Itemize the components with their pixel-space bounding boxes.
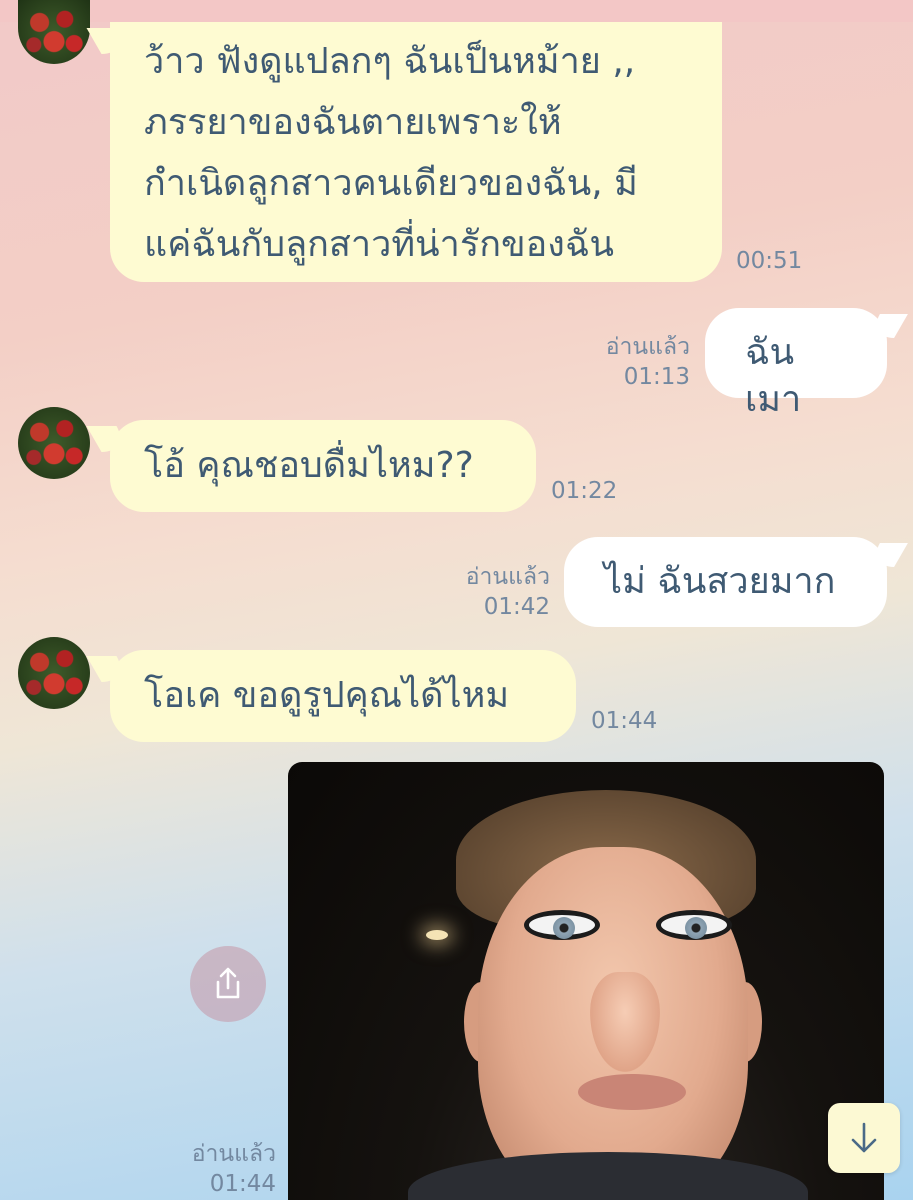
message-time: 01:22 bbox=[551, 478, 618, 504]
message-line: ว้าว ฟังดูแปลกๆ ฉันเป็นหม้าย ,, bbox=[144, 41, 636, 82]
message-text: ไม่ ฉันสวยมาก bbox=[604, 561, 836, 602]
read-receipt: อ่านแล้ว bbox=[191, 1141, 276, 1167]
photo-shirt bbox=[408, 1152, 808, 1200]
message-line: แค่ฉันกับลูกสาวที่น่ารักของฉัน bbox=[144, 224, 614, 265]
message-bubble-incoming[interactable]: โอ้ คุณชอบดื่มไหม?? bbox=[110, 420, 536, 512]
message-time: 01:44 bbox=[591, 708, 658, 734]
photo-nose bbox=[590, 972, 660, 1072]
message-time: 01:44 bbox=[209, 1171, 276, 1197]
read-receipt: อ่านแล้ว bbox=[465, 564, 550, 590]
message-time: 01:42 bbox=[483, 594, 550, 620]
message-time: 00:51 bbox=[736, 248, 803, 274]
share-icon bbox=[216, 967, 240, 999]
photo-mouth bbox=[578, 1074, 686, 1110]
photo-eye bbox=[524, 910, 600, 940]
contact-avatar[interactable] bbox=[18, 0, 90, 64]
message-line: ภรรยาของฉันตายเพราะให้ bbox=[144, 102, 562, 143]
message-bubble-incoming[interactable]: ว้าว ฟังดูแปลกๆ ฉันเป็นหม้าย ,, ภรรยาของ… bbox=[110, 22, 722, 282]
share-button[interactable] bbox=[190, 946, 266, 1022]
photo-lamp bbox=[426, 930, 448, 940]
message-line: กำเนิดลูกสาวคนเดียวของฉัน, มี bbox=[144, 163, 638, 204]
arrow-down-icon bbox=[851, 1122, 877, 1153]
message-text: ฉันเมา bbox=[745, 332, 802, 420]
message-bubble-incoming[interactable]: โอเค ขอดูรูปคุณได้ไหม bbox=[110, 650, 576, 742]
photo-eye bbox=[656, 910, 732, 940]
scroll-to-bottom-button[interactable] bbox=[828, 1103, 900, 1173]
message-bubble-outgoing[interactable]: ไม่ ฉันสวยมาก bbox=[564, 537, 887, 627]
message-text: โอเค ขอดูรูปคุณได้ไหม bbox=[144, 675, 510, 716]
message-bubble-outgoing[interactable]: ฉันเมา bbox=[705, 308, 887, 420]
contact-avatar[interactable] bbox=[18, 407, 90, 479]
message-text: โอ้ คุณชอบดื่มไหม?? bbox=[144, 445, 474, 486]
read-receipt: อ่านแล้ว bbox=[605, 334, 690, 360]
contact-avatar[interactable] bbox=[18, 637, 90, 709]
shared-photo[interactable] bbox=[288, 762, 884, 1200]
top-strip bbox=[0, 0, 913, 22]
message-time: 01:13 bbox=[623, 364, 690, 390]
